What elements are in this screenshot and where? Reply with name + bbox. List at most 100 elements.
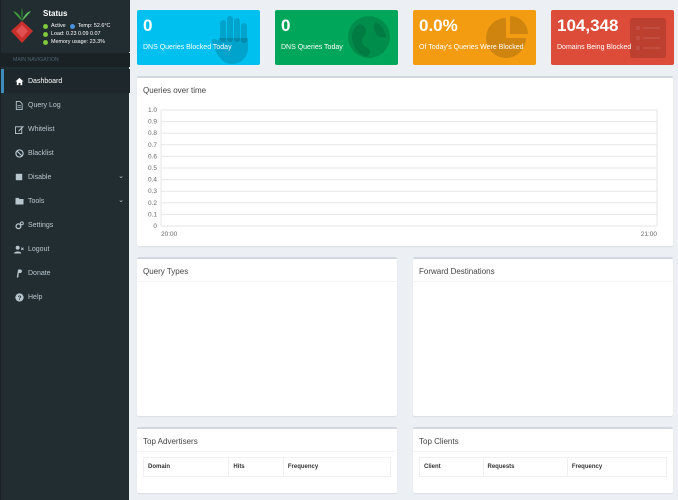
status-line-active: Active Temp: 52.6°C: [43, 23, 110, 29]
sidebar-item-query-log[interactable]: Query Log: [1, 93, 130, 117]
home-icon: [14, 76, 24, 86]
sidebar-item-label: Dashboard: [28, 77, 63, 85]
panel-title: Query Types: [143, 267, 189, 276]
top-advertisers-panel: Top Advertisers Domain Hits Frequency: [137, 427, 397, 493]
status-line-memory: Memory usage: 23.3%: [43, 39, 105, 45]
load-status-dot: [43, 31, 48, 37]
column-header-requests[interactable]: Requests: [484, 458, 568, 476]
top-advertisers-table: Domain Hits Frequency: [143, 457, 391, 477]
column-header-domain[interactable]: Domain: [144, 458, 230, 476]
y-tick-label: 0.1: [148, 211, 157, 218]
status-temp-text: Temp: 52.6°C: [77, 23, 111, 29]
sidebar-item-label: Blacklist: [28, 149, 54, 157]
ban-icon: [14, 148, 24, 158]
sidebar-item-label: Tools: [28, 197, 45, 205]
sidebar-item-settings[interactable]: Settings: [1, 213, 130, 237]
stat-value: 0: [281, 16, 291, 35]
stop-icon: [14, 172, 24, 182]
user-times-icon: [14, 244, 24, 254]
pihole-logo: [11, 8, 33, 43]
column-header-frequency[interactable]: Frequency: [284, 458, 390, 476]
sidebar-item-label: Settings: [28, 221, 54, 229]
sidebar-item-label: Query Log: [28, 101, 61, 109]
sidebar-item-disable[interactable]: Disable ⌄: [1, 165, 130, 189]
panel-divider: [413, 451, 673, 452]
y-tick-label: 1.0: [148, 107, 157, 114]
sidebar-item-label: Disable: [28, 173, 52, 181]
y-tick-label: 0.4: [148, 177, 157, 184]
y-tick-label: 0.3: [148, 188, 157, 195]
edit-icon: [14, 124, 24, 134]
chevron-down-icon: ⌄: [118, 173, 124, 180]
top-clients-panel: Top Clients Client Requests Frequency: [413, 427, 673, 493]
stat-box-blocked-percentage: 0.0% Of Today's Queries Were Blocked: [413, 10, 536, 65]
y-tick-label: 0.8: [148, 130, 157, 137]
stat-label: Of Today's Queries Were Blocked: [419, 44, 524, 51]
panel-title: Top Advertisers: [143, 437, 198, 446]
sidebar-item-label: Help: [28, 293, 43, 301]
paypal-icon: [14, 268, 24, 278]
status-memory-text: Memory usage: 23.3%: [51, 39, 105, 45]
forward-destinations-panel: Forward Destinations: [413, 257, 673, 416]
y-tick-label: 0.9: [148, 119, 157, 126]
sidebar-item-dashboard[interactable]: Dashboard: [1, 69, 130, 93]
list-icon: [630, 18, 666, 58]
sidebar: Status Active Temp: 52.6°C Load: 0.23 0.…: [0, 0, 130, 500]
column-header-frequency[interactable]: Frequency: [568, 458, 666, 476]
nav-header: MAIN NAVIGATION: [1, 53, 130, 67]
sidebar-item-blacklist[interactable]: Blacklist: [1, 141, 130, 165]
chevron-down-icon: ⌄: [118, 197, 124, 204]
panel-title: Queries over time: [143, 86, 207, 95]
sidebar-item-logout[interactable]: Logout: [1, 237, 130, 261]
queries-over-time-panel: Queries over time 0 0.1 0.2 0.3 0.4 0.5 0.6 0.7…: [137, 76, 673, 246]
query-types-panel: Query Types: [137, 257, 397, 416]
status-line-load: Load: 0.23 0.09 0.07: [43, 31, 100, 37]
svg-text:?: ?: [17, 294, 21, 301]
stat-label: DNS Queries Blocked Today: [143, 44, 232, 51]
sidebar-item-tools[interactable]: Tools ⌄: [1, 189, 130, 213]
top-clients-table: Client Requests Frequency: [419, 457, 667, 477]
status-load-text: Load: 0.23 0.09 0.07: [51, 31, 101, 37]
panel-divider: [413, 281, 673, 282]
y-tick-label: 0.2: [148, 200, 157, 207]
panel-title: Top Clients: [419, 437, 459, 446]
sidebar-item-whitelist[interactable]: Whitelist: [1, 117, 130, 141]
status-title: Status: [43, 9, 68, 18]
folder-icon: [14, 196, 24, 206]
question-icon: ?: [14, 292, 24, 302]
active-status-dot: [43, 23, 48, 29]
panel-divider: [137, 281, 397, 282]
column-header-client[interactable]: Client: [420, 458, 484, 476]
y-tick-label: 0.7: [148, 142, 157, 149]
stat-label: DNS Queries Today: [281, 44, 343, 51]
sidebar-item-help[interactable]: ? Help: [1, 285, 130, 309]
stat-value: 104,348: [557, 16, 619, 35]
status-active-text: Active: [51, 23, 66, 29]
gears-icon: [14, 220, 24, 230]
sidebar-item-label: Donate: [28, 269, 51, 277]
pie-chart-icon: [486, 16, 528, 58]
memory-status-dot: [43, 39, 48, 45]
temperature-icon: [69, 23, 75, 29]
stat-box-total-queries: 0 DNS Queries Today: [275, 10, 398, 65]
globe-icon: [348, 16, 390, 58]
sidebar-item-label: Logout: [28, 245, 50, 253]
panel-divider: [137, 451, 397, 452]
stat-value: 0.0%: [419, 16, 458, 35]
stat-value: 0: [143, 16, 153, 35]
file-icon: [14, 100, 24, 110]
column-header-hits[interactable]: Hits: [229, 458, 284, 476]
sidebar-item-label: Whitelist: [28, 125, 55, 133]
stat-label: Domains Being Blocked: [557, 44, 632, 51]
stat-box-domains-blocked: 104,348 Domains Being Blocked: [551, 10, 674, 65]
x-tick-label: 21:00: [641, 231, 658, 238]
user-panel: Status Active Temp: 52.6°C Load: 0.23 0.…: [1, 0, 130, 52]
y-tick-label: 0: [153, 223, 157, 230]
y-tick-label: 0.6: [148, 153, 157, 160]
y-tick-label: 0.5: [148, 165, 157, 172]
panel-title: Forward Destinations: [419, 267, 495, 276]
stat-box-blocked-queries: 0 DNS Queries Blocked Today: [137, 10, 260, 65]
x-tick-label: 20:00: [161, 231, 178, 238]
sidebar-item-donate[interactable]: Donate: [1, 261, 130, 285]
hand-icon: [211, 16, 248, 64]
